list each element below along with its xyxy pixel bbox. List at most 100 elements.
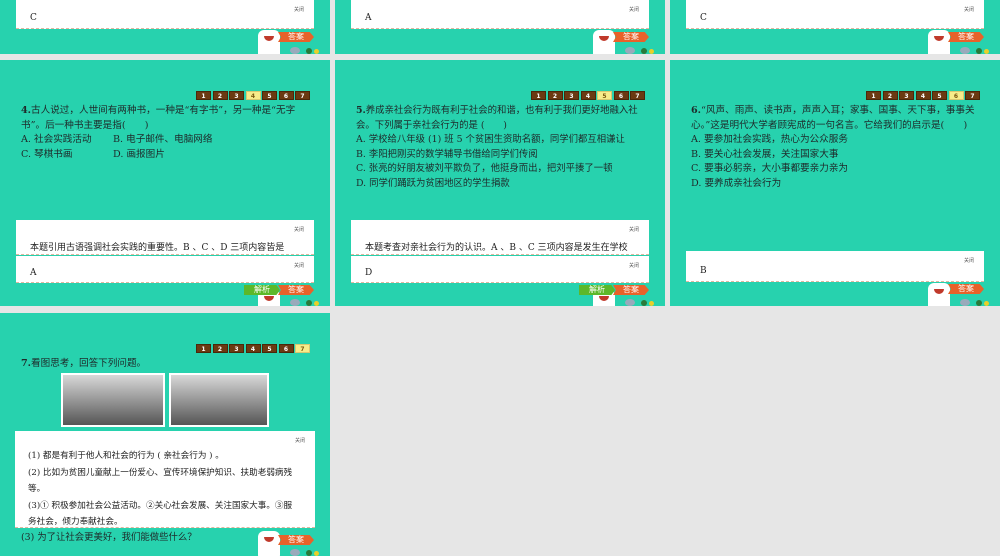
- nav-page-6[interactable]: 6: [278, 344, 294, 353]
- nav-page-5[interactable]: 5: [262, 91, 277, 100]
- nav-page-6[interactable]: 6: [613, 91, 629, 100]
- answer-popup: 关闭 B: [686, 251, 984, 282]
- bus-photo: [61, 373, 165, 427]
- question-stem: 养成亲社会行为既有利于社会的和谐，也有利于我们更好地融入社会。下列属于亲社会行为…: [356, 105, 638, 131]
- snail-decoration-icon: [623, 298, 657, 306]
- nav-page-4[interactable]: 4: [245, 344, 261, 353]
- mascot-icon: [258, 30, 280, 54]
- nav-page-2[interactable]: 2: [547, 91, 563, 100]
- option-b: B. 李阳把刚买的数学辅导书借给同学们传阅: [356, 148, 538, 160]
- option-d: D. 要养成亲社会行为: [691, 177, 782, 189]
- answer-text: C: [30, 13, 37, 23]
- option-c: C. 要事必躬亲，大小事都要亲力亲为: [691, 163, 849, 174]
- nav-page-2[interactable]: 2: [212, 344, 228, 353]
- close-button[interactable]: 关闭: [629, 6, 639, 13]
- nav-page-2[interactable]: 2: [212, 91, 228, 100]
- question-text: 7.看图思考，回答下列问题。: [21, 357, 312, 372]
- question-number: 7.: [21, 358, 32, 369]
- answer-2: (2) 比如为贫困儿童献上一份爱心、宣传环境保护知识、扶助老弱病残等。: [28, 467, 293, 495]
- close-button[interactable]: 关闭: [964, 257, 974, 264]
- answer-popup: 关闭 D: [351, 256, 649, 283]
- nav-page-7[interactable]: 7: [630, 91, 645, 100]
- option-b: B. 电子邮件、电脑网络: [113, 134, 213, 145]
- answer-popup: 关闭 A: [351, 0, 649, 29]
- page-nav: 1234567: [196, 91, 310, 100]
- answer-button[interactable]: 答案: [613, 32, 649, 42]
- nav-page-1[interactable]: 1: [531, 91, 546, 100]
- answer-button[interactable]: 答案: [948, 284, 984, 294]
- snail-decoration-icon: [288, 548, 322, 556]
- nav-page-7[interactable]: 7: [295, 344, 310, 353]
- mascot-icon: [928, 283, 950, 306]
- close-button[interactable]: 关闭: [295, 437, 305, 444]
- nav-page-3[interactable]: 3: [899, 91, 914, 100]
- nav-page-7[interactable]: 7: [965, 91, 980, 100]
- mascot-icon: [593, 30, 615, 54]
- question-number: 4.: [21, 105, 32, 116]
- close-button[interactable]: 关闭: [629, 226, 639, 233]
- snail-decoration-icon: [288, 298, 322, 306]
- mascot-icon: [928, 30, 950, 54]
- nav-page-4[interactable]: 4: [245, 91, 261, 100]
- analysis-button[interactable]: 解析: [579, 285, 615, 295]
- nav-page-1[interactable]: 1: [196, 91, 211, 100]
- option-c: C. 张亮的好朋友被刘平欺负了，他挺身而出，把刘平揍了一顿: [356, 163, 613, 174]
- slide-1[interactable]: 关闭 C 答案: [0, 0, 330, 54]
- answer-button[interactable]: 答案: [278, 32, 314, 42]
- question-text: 5.养成亲社会行为既有利于社会的和谐，也有利于我们更好地融入社会。下列属于亲社会…: [356, 104, 647, 191]
- option-d: D. 画报图片: [113, 148, 165, 160]
- snail-decoration-icon: [958, 46, 992, 54]
- snail-decoration-icon: [288, 46, 322, 54]
- close-button[interactable]: 关闭: [294, 262, 304, 269]
- analysis-button[interactable]: 解析: [244, 285, 280, 295]
- nav-page-3[interactable]: 3: [229, 344, 244, 353]
- mascot-icon: [258, 531, 280, 556]
- slide-question-5[interactable]: 1234567 5.养成亲社会行为既有利于社会的和谐，也有利于我们更好地融入社会…: [335, 60, 665, 306]
- option-a: A. 社会实践活动: [21, 134, 92, 145]
- answer-button[interactable]: 答案: [278, 535, 314, 545]
- nav-page-5[interactable]: 5: [597, 91, 612, 100]
- answer-3: (3)① 积极参加社会公益活动。②关心社会发展、关注国家大事。③服务社会，倾力奉…: [28, 500, 293, 528]
- option-a: A. 要参加社会实践，热心为公众服务: [691, 134, 848, 145]
- nav-page-1[interactable]: 1: [196, 344, 211, 353]
- analysis-text: 本题考查对亲社会行为的认识。A 、B 、C 三项内容是发生在学校: [365, 243, 628, 253]
- nav-page-6[interactable]: 6: [278, 91, 294, 100]
- nav-page-4[interactable]: 4: [580, 91, 596, 100]
- nav-page-3[interactable]: 3: [229, 91, 244, 100]
- analysis-popup: 关闭本题引用古语强调社会实践的重要性。B 、C 、D 三项内容皆是: [16, 220, 314, 255]
- close-button[interactable]: 关闭: [294, 6, 304, 13]
- close-button[interactable]: 关闭: [629, 262, 639, 269]
- slide-question-6[interactable]: 1234567 6.“风声、雨声、读书声，声声入耳；家事、国事、天下事，事事关心…: [670, 60, 1000, 306]
- slide-question-4[interactable]: 1234567 4.古人说过，人世间有两种书，一种是“有字书”，另一种是“无字书…: [0, 60, 330, 306]
- option-b: B. 要关心社会发展，关注国家大事: [691, 148, 839, 160]
- question-number: 5.: [356, 105, 366, 116]
- answer-text: B: [700, 266, 707, 276]
- answer-button[interactable]: 答案: [948, 32, 984, 42]
- slide-2[interactable]: 关闭 A 答案: [335, 0, 665, 54]
- answer-text: A: [365, 13, 372, 23]
- nav-page-3[interactable]: 3: [564, 91, 579, 100]
- nav-page-6[interactable]: 6: [948, 91, 964, 100]
- answer-popup: 关闭 A: [16, 256, 314, 283]
- close-button[interactable]: 关闭: [964, 6, 974, 13]
- answer-button[interactable]: 答案: [278, 285, 314, 295]
- question-number: 6.: [691, 105, 702, 116]
- question-stem: 古人说过，人世间有两种书，一种是“有字书”，另一种是“无字书”。后一种书主要是指…: [21, 105, 296, 131]
- answer-text: C: [700, 13, 707, 23]
- close-button[interactable]: 关闭: [294, 226, 304, 233]
- slide-question-7[interactable]: 1234567 7.看图思考，回答下列问题。 (3) 为了让社会更美好，我们能做…: [0, 313, 330, 556]
- answer-button[interactable]: 答案: [613, 285, 649, 295]
- nav-page-7[interactable]: 7: [295, 91, 310, 100]
- answer-popup: 关闭 (1) 都是有利于他人和社会的行为 ( 亲社会行为 ) 。 (2) 比如为…: [15, 431, 315, 528]
- nav-page-2[interactable]: 2: [882, 91, 898, 100]
- question-text: 6.“风声、雨声、读书声，声声入耳；家事、国事、天下事，事事关心。”这是明代大学…: [691, 104, 982, 191]
- slide-3[interactable]: 关闭 C 答案: [670, 0, 1000, 54]
- nav-page-1[interactable]: 1: [866, 91, 881, 100]
- nav-page-4[interactable]: 4: [915, 91, 931, 100]
- answer-popup: 关闭 C: [16, 0, 314, 29]
- option-c: C. 琴棋书画: [21, 148, 73, 160]
- nav-page-5[interactable]: 5: [932, 91, 947, 100]
- analysis-text: 本题引用古语强调社会实践的重要性。B 、C 、D 三项内容皆是: [30, 243, 285, 253]
- answer-popup: 关闭 C: [686, 0, 984, 29]
- nav-page-5[interactable]: 5: [262, 344, 277, 353]
